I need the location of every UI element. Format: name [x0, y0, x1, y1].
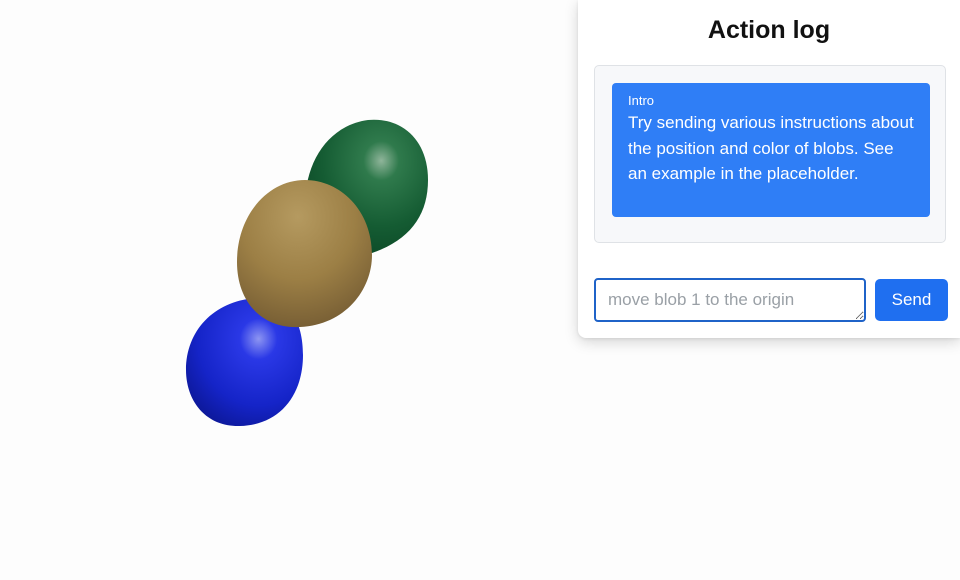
- action-log-list[interactable]: Intro Try sending various instructions a…: [594, 65, 946, 243]
- log-entry-text: Try sending various instructions about t…: [628, 113, 914, 183]
- log-entry: Intro Try sending various instructions a…: [612, 83, 930, 217]
- tan-blob: [237, 180, 372, 328]
- send-button[interactable]: Send: [875, 279, 948, 321]
- action-log-panel: Action log Intro Try sending various ins…: [578, 0, 960, 338]
- message-composer: Send: [594, 278, 948, 322]
- instruction-input[interactable]: [594, 278, 866, 322]
- log-entry-label: Intro: [628, 93, 655, 108]
- panel-title: Action log: [707, 16, 831, 44]
